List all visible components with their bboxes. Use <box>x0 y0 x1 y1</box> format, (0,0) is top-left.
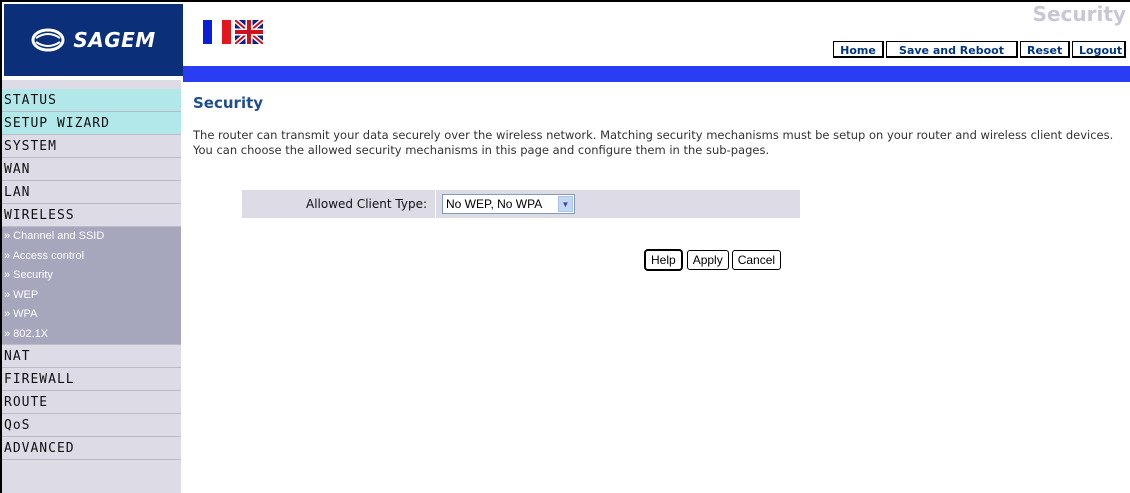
main-content: Security The router can transmit your da… <box>193 90 1118 158</box>
sidebar-item-setup-wizard[interactable]: SETUP WIZARD <box>2 112 181 135</box>
allowed-client-type-label: Allowed Client Type: <box>305 197 427 211</box>
sidebar: STATUS SETUP WIZARD SYSTEM WAN LAN WIREL… <box>2 80 181 493</box>
submenu-item-8021x[interactable]: » 802.1X <box>2 324 181 344</box>
submenu-item-security[interactable]: » Security <box>2 266 181 286</box>
page-heading: Security <box>1032 2 1126 26</box>
cancel-button[interactable]: Cancel <box>731 250 782 270</box>
header-band <box>183 66 1130 82</box>
sidebar-item-route[interactable]: ROUTE <box>2 391 181 414</box>
submenu-item-wpa[interactable]: » WPA <box>2 305 181 325</box>
help-button[interactable]: Help <box>645 250 682 270</box>
security-description: The router can transmit your data secure… <box>193 128 1114 157</box>
home-button[interactable]: Home <box>833 41 884 58</box>
submenu-item-wep[interactable]: » WEP <box>2 285 181 305</box>
save-and-reboot-button[interactable]: Save and Reboot <box>886 41 1018 58</box>
sagem-logo: SAGEM <box>4 4 183 76</box>
chevron-down-icon[interactable]: ▼ <box>558 196 573 212</box>
wireless-submenu: » Channel and SSID » Access control » Se… <box>2 227 181 345</box>
sidebar-item-nat[interactable]: NAT <box>2 345 181 368</box>
french-flag-icon[interactable] <box>203 20 231 44</box>
sidebar-item-wan[interactable]: WAN <box>2 158 181 181</box>
apply-button[interactable]: Apply <box>686 250 729 270</box>
sidebar-spacer <box>2 80 181 89</box>
allowed-client-type-select[interactable]: No WEP, No WPA ▼ <box>442 194 575 214</box>
sidebar-item-system[interactable]: SYSTEM <box>2 135 181 158</box>
allowed-client-type-cell: No WEP, No WPA ▼ <box>435 190 800 218</box>
logout-button[interactable]: Logout <box>1072 41 1126 58</box>
uk-flag-icon[interactable] <box>235 20 263 44</box>
main-title: Security <box>193 94 264 112</box>
brand-name: SAGEM <box>73 28 156 52</box>
top-navigation: Home Save and Reboot Reset Logout <box>833 41 1126 58</box>
sidebar-item-advanced[interactable]: ADVANCED <box>2 437 181 460</box>
submenu-item-access-control[interactable]: » Access control <box>2 246 181 266</box>
form-actions: Help Apply Cancel <box>645 250 782 270</box>
sidebar-item-qos[interactable]: QoS <box>2 414 181 437</box>
sidebar-item-lan[interactable]: LAN <box>2 181 181 204</box>
select-value: No WEP, No WPA <box>446 197 543 211</box>
reset-button[interactable]: Reset <box>1020 41 1070 58</box>
sagem-logo-icon <box>31 28 65 52</box>
allowed-client-type-row: Allowed Client Type: No WEP, No WPA ▼ <box>242 190 800 218</box>
sidebar-item-firewall[interactable]: FIREWALL <box>2 368 181 391</box>
sidebar-item-status[interactable]: STATUS <box>2 89 181 112</box>
sidebar-item-wireless[interactable]: WIRELESS <box>2 204 181 227</box>
submenu-item-channel-ssid[interactable]: » Channel and SSID <box>2 227 181 247</box>
